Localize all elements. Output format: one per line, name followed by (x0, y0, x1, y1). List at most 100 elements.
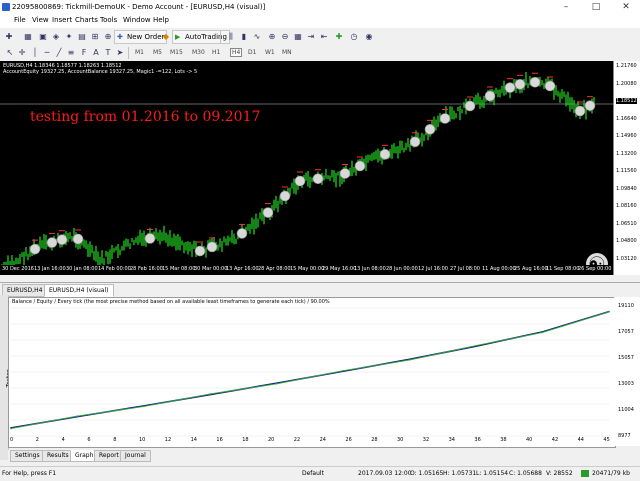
minimize-button[interactable]: – (556, 1, 576, 13)
status-bar: For Help, press F1 Default 2017.09.03 12… (0, 466, 640, 481)
crosshair-icon[interactable]: ✛ (16, 47, 28, 58)
timeframe-m15[interactable]: M15 (170, 49, 183, 56)
time-label: 15 May 00:00 (290, 266, 325, 272)
timeframe-h1[interactable]: H1 (212, 49, 220, 56)
graph-x-label: 42 (551, 437, 559, 443)
metaeditor-icon[interactable]: ◆ (160, 31, 172, 42)
data-point-equity (275, 382, 278, 385)
time-label: 26 Sep 00:00 (578, 266, 612, 272)
graph-x-label: 0 (10, 437, 14, 443)
timeframe-m5[interactable]: M5 (153, 49, 162, 56)
data-point-equity (408, 359, 411, 361)
templates-icon[interactable]: ◉ (363, 31, 375, 42)
profiles-icon[interactable]: ▦ (22, 31, 34, 42)
status-help: For Help, press F1 (2, 470, 57, 477)
timeframe-mn[interactable]: MN (282, 49, 292, 56)
trade-marker (339, 164, 351, 179)
graph-x-label: 30 (397, 437, 404, 443)
trade-marker (484, 86, 496, 102)
status-profile: Default (302, 470, 324, 477)
line-chart-icon[interactable]: ∿ (251, 31, 263, 42)
menu-tools[interactable]: Tools (100, 16, 117, 24)
vertical-line-icon[interactable]: │ (29, 47, 41, 58)
timeframe-m1[interactable]: M1 (135, 49, 144, 56)
title-bar: 22095800869: Tickmill-DemoUK - Demo Acco… (0, 0, 640, 16)
time-label: 13 Apr 16:00 (226, 266, 259, 272)
candlestick-icon[interactable]: ▮ (238, 31, 250, 42)
zoom-out-icon[interactable]: ⊖ (279, 31, 291, 42)
indicators-icon[interactable]: ✚ (333, 31, 345, 42)
time-label: 12 Jul 16:00 (418, 266, 448, 272)
tab-eurusd-h4-visual[interactable]: EURUSD,H4 (visual) (44, 284, 114, 297)
trade-marker (379, 144, 391, 160)
time-label: 28 Jun 00:00 (386, 266, 418, 272)
new-chart-icon[interactable]: ✚ (3, 31, 15, 42)
chart-shift-icon[interactable]: ⇤ (318, 31, 330, 42)
status-datetime: 2017.09.03 12:00 (358, 470, 412, 477)
tile-windows-icon[interactable]: ▦ (292, 31, 304, 42)
chart-account-line: AccountEquity 19327.25, AccountBalance 1… (3, 69, 198, 75)
search-icon[interactable]: ⊕ (102, 31, 114, 42)
terminal-icon[interactable]: ▤ (76, 31, 88, 42)
graph-x-label: 40 (526, 437, 533, 443)
menu-charts[interactable]: Charts (75, 16, 98, 24)
new-order-icon: ✚ (117, 33, 123, 41)
graph-legend: Balance / Equity / Every tick (the most … (12, 299, 330, 305)
menu-file[interactable]: File (14, 16, 26, 24)
graph-x-label: 26 (345, 437, 352, 443)
data-point-equity (541, 331, 544, 334)
maximize-button[interactable]: □ (586, 1, 606, 13)
price-label: 1.06510 (616, 220, 637, 227)
graph-y-label: 13003 (618, 381, 634, 387)
graph-y-label: 17057 (618, 329, 634, 335)
time-label: 29 May 16:00 (322, 266, 357, 272)
menu-view[interactable]: View (32, 16, 49, 24)
time-label: 15 Mar 08:00 (162, 266, 196, 272)
toolbar-separator (220, 31, 221, 43)
fibonacci-icon[interactable]: F (78, 47, 90, 58)
timeframe-w1[interactable]: W1 (265, 49, 275, 56)
series-line-equity (10, 311, 610, 430)
graph-x-label: 14 (190, 437, 197, 443)
periods-icon[interactable]: ◷ (348, 31, 360, 42)
timeframe-d1[interactable]: D1 (248, 49, 256, 56)
cursor-icon[interactable]: ↖ (4, 47, 16, 58)
time-label: 25 Aug 16:00 (514, 266, 548, 272)
channel-icon[interactable]: ≡ (65, 47, 77, 58)
autotrading-button[interactable]: ▶ AutoTrading (172, 30, 230, 44)
timeframe-h4[interactable]: H4 (230, 48, 243, 57)
trendline-icon[interactable]: ╱ (53, 47, 65, 58)
tab-results[interactable]: Results (42, 450, 74, 462)
price-chart[interactable]: EURUSD,H4 1.18346 1.18577 1.18263 1.1851… (0, 61, 613, 275)
graph-x-label: 44 (577, 437, 584, 443)
data-point-equity (608, 311, 610, 313)
connection-icon (581, 470, 589, 477)
tester-icon[interactable]: ⊞ (89, 31, 101, 42)
arrows-icon[interactable]: ➤ (114, 47, 126, 58)
autotrading-icon: ▶ (175, 33, 181, 41)
menu-insert[interactable]: Insert (52, 16, 72, 24)
navigator-icon[interactable]: ✦ (63, 31, 75, 42)
status-traffic: 20471/79 kb (592, 470, 630, 477)
menu-window[interactable]: Window (123, 16, 151, 24)
graph-y-axis: 19110 17057 15057 13003 11004 8977 (614, 297, 640, 446)
data-window-icon[interactable]: ◈ (50, 31, 62, 42)
label-icon[interactable]: T (102, 47, 114, 58)
graph-x-label: 32 (422, 437, 430, 443)
market-watch-icon[interactable]: ▣ (37, 31, 49, 42)
price-label: 1.04800 (616, 238, 637, 244)
data-point-equity (76, 415, 79, 417)
menu-help[interactable]: Help (153, 16, 169, 24)
time-axis: 30 Dec 2016 13 Jan 16:00 30 Jan 08:00 14 Fe… (0, 265, 613, 275)
bar-chart-icon[interactable]: ⫼ (225, 31, 237, 42)
autoscroll-icon[interactable]: ⇥ (305, 31, 317, 42)
close-button[interactable]: ✕ (616, 1, 636, 13)
tab-journal[interactable]: Journal (120, 450, 151, 462)
zoom-in-icon[interactable]: ⊕ (266, 31, 278, 42)
tester-tabs: Settings Results Graph Report Journal (8, 450, 640, 462)
timeframe-m30[interactable]: M30 (192, 49, 205, 56)
horizontal-line-icon[interactable]: ─ (41, 47, 53, 58)
text-icon[interactable]: A (90, 47, 102, 58)
tab-settings[interactable]: Settings (10, 450, 45, 462)
trade-marker (514, 74, 526, 90)
